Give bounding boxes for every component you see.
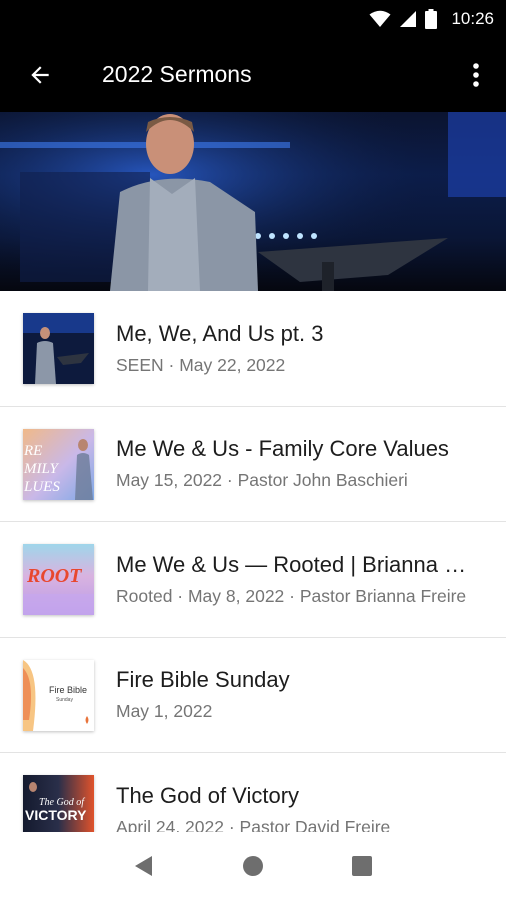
triangle-back-icon [135, 856, 153, 876]
arrow-back-icon [31, 65, 49, 84]
nav-back-button[interactable] [124, 846, 164, 886]
status-bar: 10:26 [0, 0, 506, 37]
sermon-thumbnail [23, 313, 94, 384]
svg-text:VICTORY: VICTORY [25, 807, 87, 823]
sermon-title: Fire Bible Sunday [116, 667, 290, 693]
series-hero-image [0, 112, 506, 291]
thumbnail-text: RE [23, 443, 42, 459]
nav-home-button[interactable] [233, 846, 273, 886]
nav-recents-button[interactable] [342, 846, 382, 886]
sermon-subtitle: Rooted · May 8, 2022 · Pastor Brianna Fr… [116, 585, 467, 606]
app-bar: 2022 Sermons [0, 37, 506, 112]
sermon-thumbnail: ROOT [23, 544, 94, 615]
svg-text:LUES: LUES [23, 479, 60, 495]
sermon-title: The God of Victory [116, 783, 300, 809]
thumbnail-text: Fire Bible [49, 685, 87, 695]
sermon-list-item[interactable]: ROOT Me We & Us — Rooted | Brianna Freir… [0, 522, 506, 638]
sermon-subtitle: May 15, 2022 · Pastor John Baschieri [116, 470, 408, 491]
svg-text:Sunday: Sunday [56, 697, 73, 703]
signal-icon [400, 10, 417, 27]
more-options-button[interactable] [446, 37, 506, 112]
sermon-list-item[interactable]: Fire Bible Sunday Fire Bible Sunday May … [0, 638, 506, 753]
back-button[interactable] [0, 37, 80, 112]
battery-icon [425, 8, 438, 29]
circle-home-icon [242, 856, 263, 876]
sermon-title: Me We & Us — Rooted | Brianna Freire [116, 551, 478, 577]
sermon-thumbnail: RE MILY LUES [23, 428, 94, 500]
system-nav-bar [0, 832, 506, 900]
thumbnail-text: ROOT [26, 565, 82, 587]
sermon-list-item[interactable]: RE MILY LUES Me We & Us - Family Core Va… [0, 407, 506, 522]
sermon-subtitle: SEEN · May 22, 2022 [116, 354, 286, 375]
sermon-list: Me, We, And Us pt. 3 SEEN · May 22, 2022… [0, 291, 506, 832]
sermon-thumbnail: Fire Bible Sunday [23, 659, 94, 731]
wifi-icon [369, 10, 391, 27]
page-title: 2022 Sermons [102, 61, 252, 87]
sermon-title: Me We & Us - Family Core Values [116, 436, 449, 462]
sermon-list-item[interactable]: The God of VICTORY The God of Victory Ap… [0, 753, 506, 832]
sermon-list-item[interactable]: Me, We, And Us pt. 3 SEEN · May 22, 2022 [0, 291, 506, 407]
svg-text:MILY: MILY [23, 461, 60, 477]
status-time: 10:26 [451, 8, 494, 28]
square-recents-icon [351, 856, 372, 876]
sermon-title: Me, We, And Us pt. 3 [116, 320, 324, 346]
sermon-subtitle: April 24, 2022 · Pastor David Freire [116, 817, 391, 832]
more-vert-icon [473, 62, 479, 87]
sermon-subtitle: May 1, 2022 [116, 701, 213, 722]
sermon-thumbnail: The God of VICTORY [23, 775, 94, 832]
